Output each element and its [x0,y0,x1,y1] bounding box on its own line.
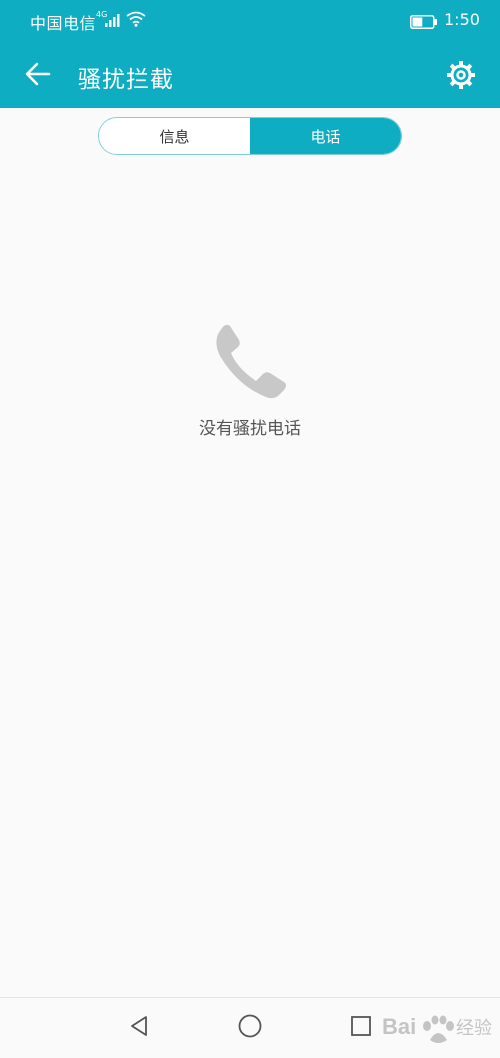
wifi-icon [126,11,146,31]
svg-text:经验: 经验 [456,1018,492,1039]
status-bar: 中国电信 4G 1:50 [0,0,500,42]
back-button[interactable] [18,56,58,96]
empty-message: 没有骚扰电话 [199,419,301,439]
app-bar: 骚扰拦截 [0,42,500,108]
triangle-back-icon [127,1014,151,1042]
square-recent-icon [349,1014,373,1042]
segmented-tabs: 信息 电话 [98,117,402,155]
nav-recent-button[interactable] [345,1012,377,1044]
nav-back-button[interactable] [123,1012,155,1044]
tab-messages[interactable]: 信息 [99,118,250,154]
svg-text:Bai: Bai [382,1014,416,1039]
page-title: 骚扰拦截 [78,67,174,93]
tab-calls[interactable]: 电话 [250,118,401,154]
arrow-left-icon [23,59,53,93]
gear-icon [445,59,477,95]
phone-icon [208,318,292,402]
battery-icon [410,14,438,33]
signal-icon [105,12,123,31]
circle-home-icon [237,1013,263,1043]
settings-button[interactable] [440,56,482,98]
baidu-watermark-logo: Bai 经验 [380,1000,498,1048]
carrier-name: 中国电信 [30,14,97,33]
nav-home-button[interactable] [234,1012,266,1044]
status-time: 1:50 [444,10,480,29]
